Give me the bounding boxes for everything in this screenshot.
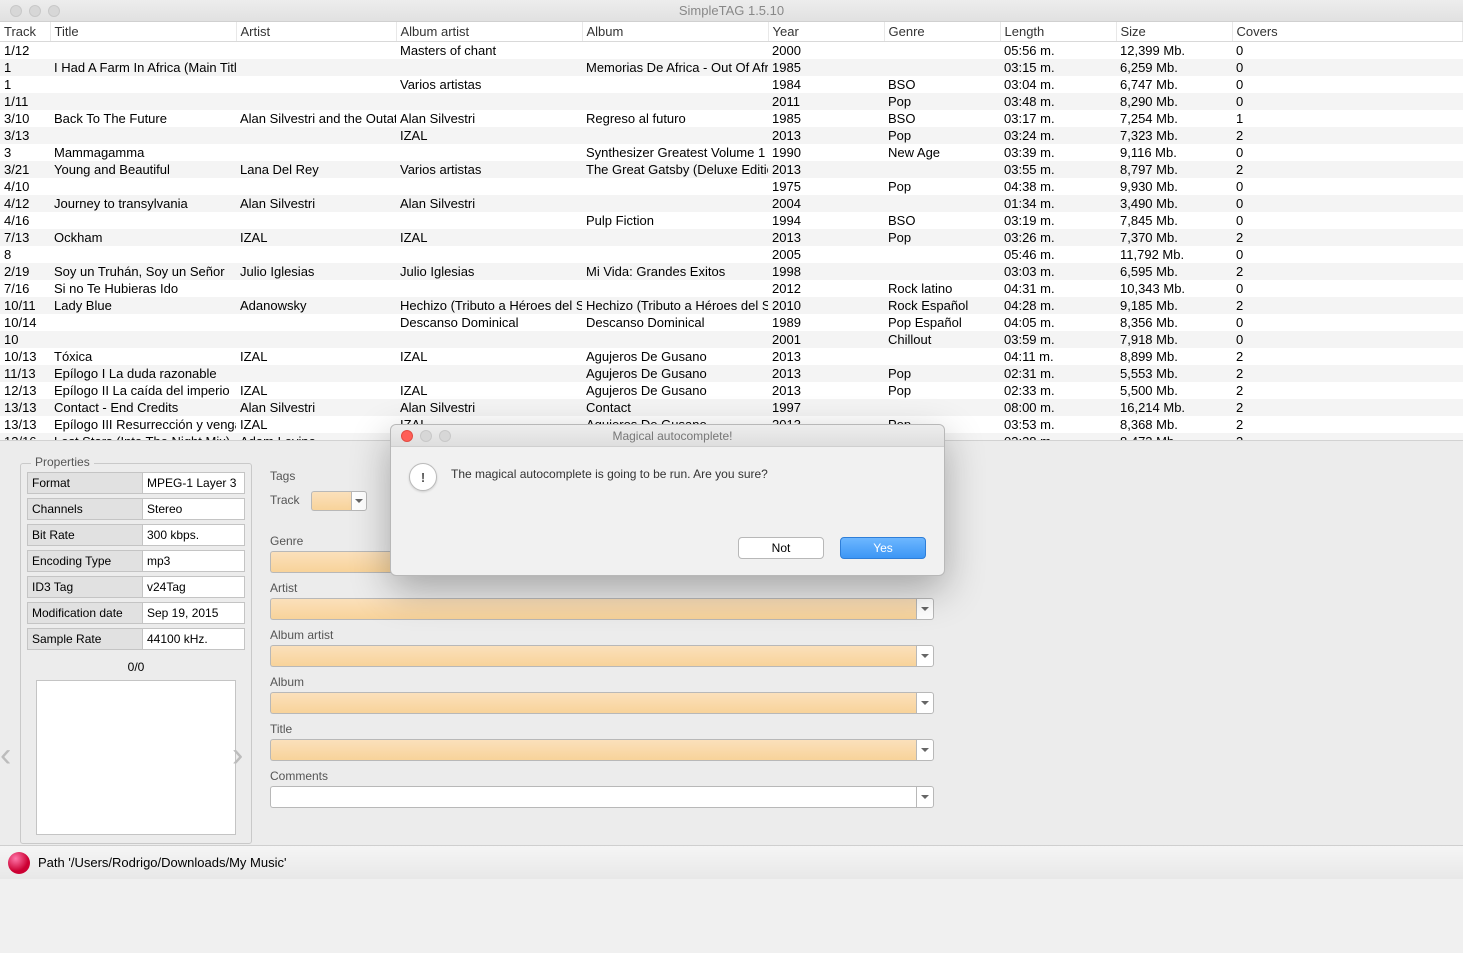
col-title[interactable]: Title: [50, 22, 236, 42]
table-row[interactable]: 1/12Masters of chant200005:56 m.12,399 M…: [0, 42, 1463, 60]
properties-panel: Properties FormatMPEG-1 Layer 3ChannelsS…: [20, 463, 252, 844]
album-label: Album: [270, 675, 934, 689]
col-length[interactable]: Length: [1000, 22, 1116, 42]
table-body[interactable]: 1/12Masters of chant200005:56 m.12,399 M…: [0, 42, 1463, 441]
album-artist-combo[interactable]: [270, 645, 934, 667]
table-row[interactable]: 10/11Lady BlueAdanowskyHechizo (Tributo …: [0, 297, 1463, 314]
col-covers[interactable]: Covers: [1232, 22, 1463, 42]
chevron-down-icon[interactable]: [916, 645, 934, 667]
chevron-down-icon[interactable]: [916, 598, 934, 620]
cover-prev-button[interactable]: ‹: [0, 741, 22, 773]
table-row[interactable]: 102001Chillout03:59 m.7,918 Mb.0: [0, 331, 1463, 348]
window-title: SimpleTAG 1.5.10: [60, 3, 1403, 18]
close-window-icon[interactable]: [10, 5, 22, 17]
chevron-down-icon[interactable]: [351, 491, 367, 511]
table-row[interactable]: 10/13TóxicaIZALIZALAgujeros De Gusano201…: [0, 348, 1463, 365]
artist-combo[interactable]: [270, 598, 934, 620]
zoom-window-icon[interactable]: [48, 5, 60, 17]
col-track[interactable]: Track: [0, 22, 50, 42]
table-row[interactable]: 3/21Young and BeautifulLana Del ReyVario…: [0, 161, 1463, 178]
property-row: FormatMPEG-1 Layer 3: [27, 472, 245, 494]
album-artist-label: Album artist: [270, 628, 934, 642]
table-row[interactable]: 1/112011Pop03:48 m.8,290 Mb.0: [0, 93, 1463, 110]
property-row: Modification dateSep 19, 2015: [27, 602, 245, 624]
alert-icon: !: [409, 463, 437, 491]
table-row[interactable]: 3/10Back To The FutureAlan Silvestri and…: [0, 110, 1463, 127]
table-row[interactable]: 1I Had A Farm In Africa (Main TitlMemori…: [0, 59, 1463, 76]
status-path: Path '/Users/Rodrigo/Downloads/My Music': [38, 855, 286, 870]
dialog-message: The magical autocomplete is going to be …: [451, 463, 768, 491]
property-row: Encoding Typemp3: [27, 550, 245, 572]
col-genre[interactable]: Genre: [884, 22, 1000, 42]
album-combo[interactable]: [270, 692, 934, 714]
table-row[interactable]: 2/19Soy un Truhán, Soy un SeñorJulio Igl…: [0, 263, 1463, 280]
table-row[interactable]: 1Varios artistas1984BSO03:04 m.6,747 Mb.…: [0, 76, 1463, 93]
table-row[interactable]: 3MammagammaSynthesizer Greatest Volume 1…: [0, 144, 1463, 161]
window-traffic-lights: [0, 5, 60, 17]
cover-art-box[interactable]: [36, 680, 236, 835]
table-row[interactable]: 8200505:46 m.11,792 Mb.0: [0, 246, 1463, 263]
col-album-artist[interactable]: Album artist: [396, 22, 582, 42]
comments-label: Comments: [270, 769, 934, 783]
col-artist[interactable]: Artist: [236, 22, 396, 42]
app-icon: [8, 852, 30, 874]
table-row[interactable]: 11/13Epílogo I La duda razonableAgujeros…: [0, 365, 1463, 382]
comments-combo[interactable]: [270, 786, 934, 808]
track-label: Track: [270, 493, 300, 507]
col-size[interactable]: Size: [1116, 22, 1232, 42]
window-titlebar: SimpleTAG 1.5.10: [0, 0, 1463, 22]
dialog-titlebar: Magical autocomplete!: [391, 425, 944, 447]
dialog-close-icon[interactable]: [401, 430, 413, 442]
artist-label: Artist: [270, 581, 934, 595]
cover-next-button[interactable]: ›: [232, 741, 254, 773]
dialog-title: Magical autocomplete!: [451, 429, 894, 443]
dialog-zoom-icon: [439, 430, 451, 442]
title-label: Title: [270, 722, 934, 736]
chevron-down-icon[interactable]: [916, 739, 934, 761]
yes-button[interactable]: Yes: [840, 537, 926, 559]
table-row[interactable]: 7/16Si no Te Hubieras Ido2012Rock latino…: [0, 280, 1463, 297]
property-row: ChannelsStereo: [27, 498, 245, 520]
property-row: Sample Rate44100 kHz.: [27, 628, 245, 650]
properties-heading: Properties: [31, 455, 94, 469]
col-year[interactable]: Year: [768, 22, 884, 42]
table-row[interactable]: 4/101975Pop04:38 m.9,930 Mb.0: [0, 178, 1463, 195]
minimize-window-icon[interactable]: [29, 5, 41, 17]
table-row[interactable]: 10/14Descanso DominicalDescanso Dominica…: [0, 314, 1463, 331]
track-combo[interactable]: [311, 491, 367, 511]
table-header-row[interactable]: TrackTitleArtistAlbum artistAlbumYearGen…: [0, 22, 1463, 42]
table-row[interactable]: 4/16Pulp Fiction1994BSO03:19 m.7,845 Mb.…: [0, 212, 1463, 229]
title-combo[interactable]: [270, 739, 934, 761]
table-row[interactable]: 4/12Journey to transylvaniaAlan Silvestr…: [0, 195, 1463, 212]
cover-counter: 0/0: [27, 660, 245, 674]
col-album[interactable]: Album: [582, 22, 768, 42]
chevron-down-icon[interactable]: [916, 786, 934, 808]
status-bar: Path '/Users/Rodrigo/Downloads/My Music': [0, 845, 1463, 879]
table-row[interactable]: 7/13OckhamIZALIZAL2013Pop03:26 m.7,370 M…: [0, 229, 1463, 246]
table-row[interactable]: 3/13IZAL2013Pop03:24 m.7,323 Mb.2: [0, 127, 1463, 144]
not-button[interactable]: Not: [738, 537, 824, 559]
tracks-table[interactable]: TrackTitleArtistAlbum artistAlbumYearGen…: [0, 22, 1463, 440]
chevron-down-icon[interactable]: [916, 692, 934, 714]
property-row: Bit Rate300 kbps.: [27, 524, 245, 546]
confirm-dialog: Magical autocomplete! ! The magical auto…: [390, 424, 945, 576]
property-row: ID3 Tagv24Tag: [27, 576, 245, 598]
table-row[interactable]: 13/13Contact - End CreditsAlan Silvestri…: [0, 399, 1463, 416]
dialog-minimize-icon: [420, 430, 432, 442]
table-row[interactable]: 12/13Epílogo II La caída del imperioIZAL…: [0, 382, 1463, 399]
